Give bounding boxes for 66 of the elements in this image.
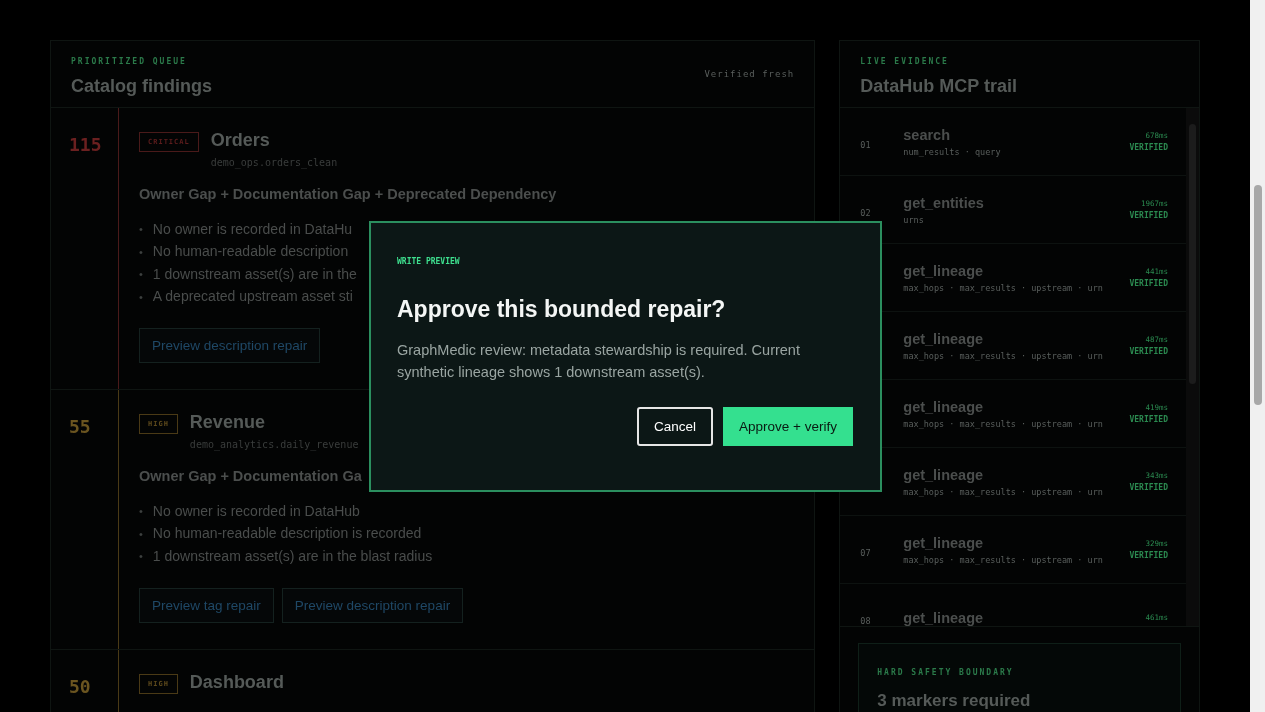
asset-name: Orders [210, 130, 271, 151]
bullet: • [139, 549, 143, 564]
panel-eyebrow: LIVE EVIDENCE [860, 57, 950, 66]
bullet: • [139, 526, 143, 541]
tool-name: get_lineage [903, 262, 985, 279]
card-eyebrow: HARD SAFETY BOUNDARY [877, 668, 1015, 677]
status-label: VERIFIED [1129, 143, 1168, 152]
issue-item: 1 downstream asset(s) are in the blast radius [152, 547, 433, 565]
freshness-label: Verified fresh [704, 69, 795, 79]
tool-name: get_lineage [903, 609, 985, 626]
tool-name: search [903, 126, 952, 143]
status-label: VERIFIED [1129, 551, 1168, 560]
score: 50 [51, 649, 119, 712]
bullet: • [139, 289, 143, 304]
tool-name: get_lineage [903, 398, 985, 415]
bullet: • [139, 244, 143, 259]
dialog-title: Approve this bounded repair? [397, 296, 727, 323]
tool-name: get_entities [903, 194, 985, 211]
score: 55 [51, 390, 119, 649]
status-label: VERIFIED [1129, 415, 1168, 424]
tool-name: get_lineage [903, 534, 985, 551]
tool-args: urns [903, 214, 925, 225]
dialog-message: GraphMedic review: metadata stewardship is required. Current synthetic lineage shows 1 downstream asset(s). [397, 341, 801, 382]
approve-button[interactable]: Approve + verify [723, 407, 853, 446]
asset-name: Revenue [189, 412, 266, 433]
status-label: VERIFIED [1129, 483, 1168, 492]
issue-item: No owner is recorded in DataHu [152, 220, 353, 238]
preview-button[interactable]: Preview description repair [281, 587, 464, 623]
panel-title: DataHub MCP trail [860, 76, 1017, 97]
tool-name: get_lineage [903, 330, 985, 347]
panel-eyebrow: PRIORITIZED QUEUE [71, 57, 188, 66]
call-number: 07 [860, 547, 871, 558]
page-scrollbar[interactable] [1250, 0, 1265, 712]
status-label: VERIFIED [1129, 279, 1168, 288]
call-number: 08 [860, 615, 871, 626]
tool-args: max_hops · max_results · upstream · urn [903, 486, 1104, 497]
call-number: 02 [860, 207, 871, 218]
tool-args: max_hops · max_results · upstream · urn [903, 282, 1104, 293]
finding-title: Owner Gap + Documentation Ga [139, 468, 363, 484]
bullet: • [139, 504, 143, 519]
call-number: 01 [860, 139, 871, 150]
issue-item: No owner is recorded in DataHub [152, 502, 360, 520]
asset-path: demo_ops.orders_clean [210, 157, 338, 168]
tool-name: get_lineage [903, 466, 985, 483]
scrollbar[interactable] [1186, 108, 1199, 626]
tool-args: num_results · query [903, 146, 1002, 157]
finding-title: Owner Gap + Documentation Gap + Deprecated Dependency [139, 186, 558, 202]
tool-args: max_hops · max_results · upstream · urn [903, 418, 1104, 429]
tool-args: max_hops · max_results · upstream · urn [903, 350, 1104, 361]
issue-item: No human-readable description is recorded [152, 525, 422, 543]
issue-item: 1 downstream asset(s) are in the [152, 265, 357, 283]
bullet: • [139, 267, 143, 282]
dialog-eyebrow: WRITE PREVIEW [397, 257, 461, 266]
preview-button[interactable]: Preview tag repair [139, 587, 274, 623]
panel-title: Catalog findings [71, 76, 212, 97]
status-label: VERIFIED [1129, 211, 1168, 220]
asset-name: Dashboard [189, 671, 284, 693]
score: 115 [51, 108, 119, 389]
issue-item: No human-readable description [152, 243, 349, 261]
tool-args: max_hops · max_results · upstream · urn [903, 554, 1104, 565]
bullet: • [139, 222, 143, 237]
card-title: 3 markers required [877, 691, 1032, 711]
issue-item: A deprecated upstream asset sti [152, 288, 353, 306]
status-label: VERIFIED [1129, 347, 1168, 356]
cancel-button[interactable]: Cancel [637, 407, 714, 446]
preview-button[interactable]: Preview description repair [139, 328, 321, 363]
